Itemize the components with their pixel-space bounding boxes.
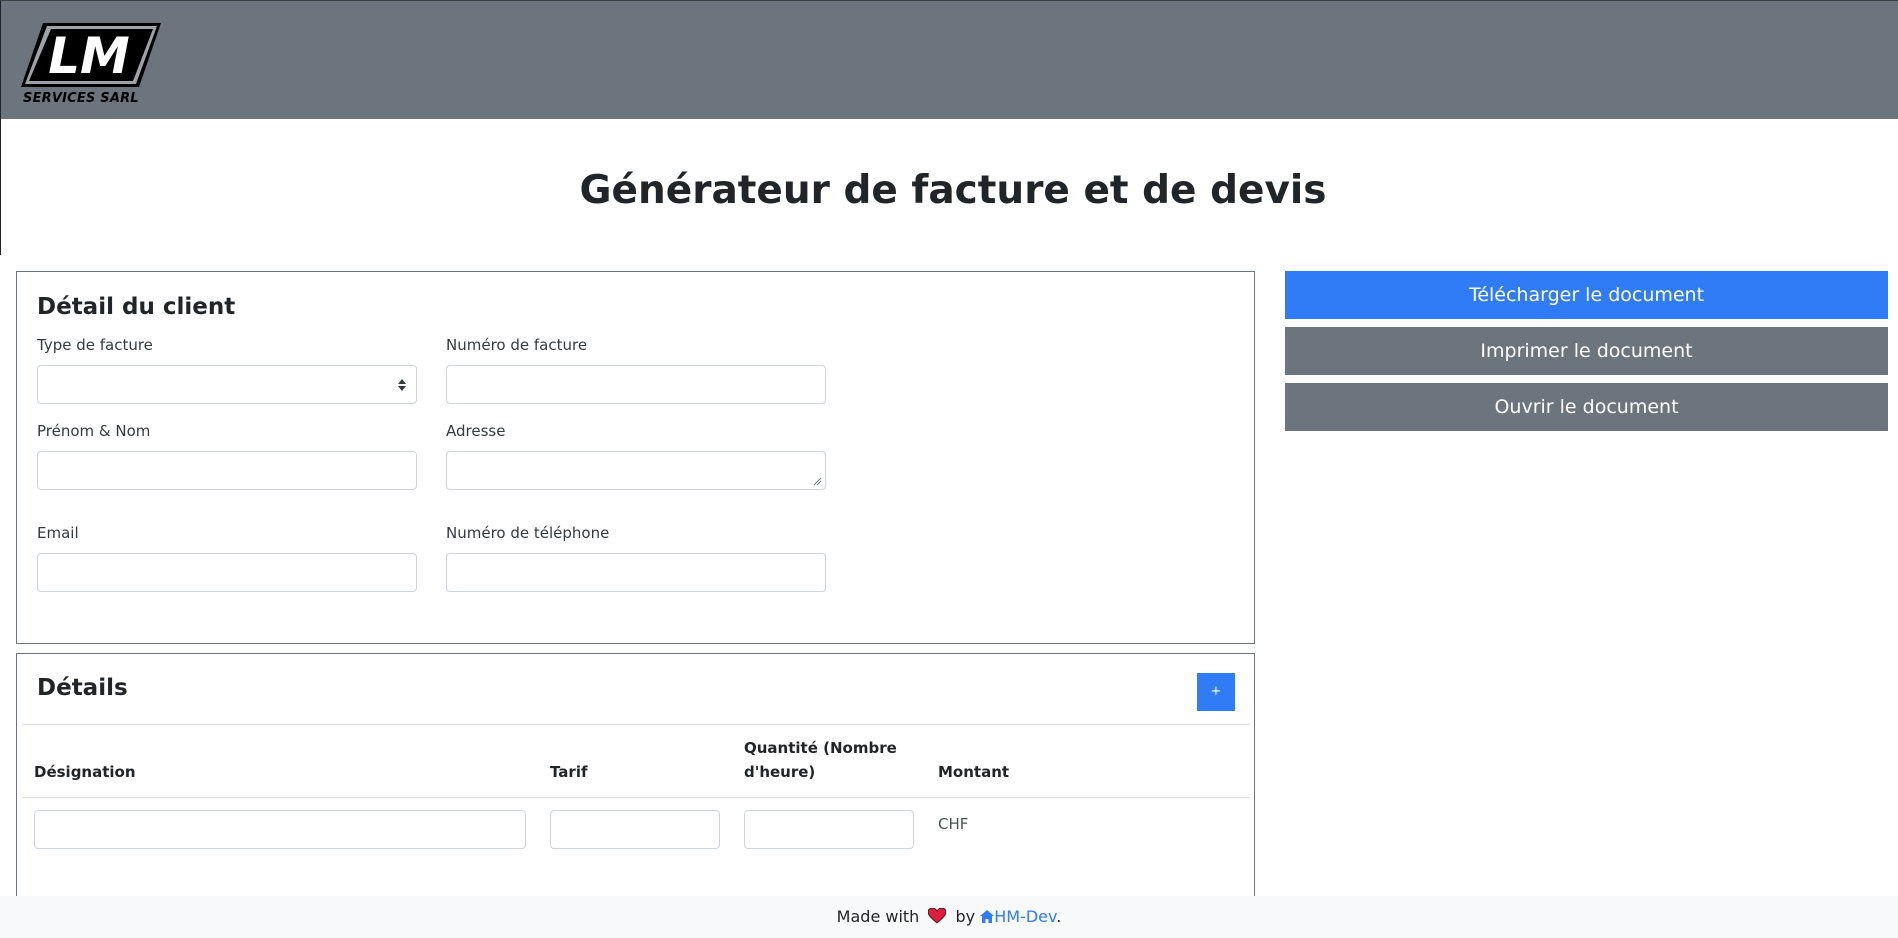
address-textarea[interactable] <box>446 451 826 490</box>
column-header-designation: Désignation <box>34 763 136 781</box>
add-line-button[interactable]: + <box>1197 673 1235 711</box>
page-title: Générateur de facture et de devis <box>579 168 1327 213</box>
invoice-number-label: Numéro de facture <box>446 336 588 354</box>
home-icon <box>980 910 995 923</box>
phone-input[interactable] <box>446 553 826 592</box>
footer-period: . <box>1056 907 1062 926</box>
full-name-input[interactable] <box>37 451 417 490</box>
resize-grip-icon[interactable] <box>813 477 822 486</box>
client-card-title: Détail du client <box>37 294 236 320</box>
author-link[interactable]: HM-Dev <box>980 907 1056 926</box>
email-input[interactable] <box>37 553 417 592</box>
designation-input[interactable] <box>34 810 526 849</box>
footer-made-with: Made with <box>836 907 920 926</box>
invoice-type-label: Type de facture <box>37 336 153 354</box>
download-document-button[interactable]: Télécharger le document <box>1285 271 1888 319</box>
logo-letters: LM <box>48 27 130 85</box>
details-card: Détails + Désignation Tarif Quantité (No… <box>16 653 1255 903</box>
phone-label: Numéro de téléphone <box>446 524 610 542</box>
open-document-button[interactable]: Ouvrir le document <box>1285 383 1888 431</box>
table-header-divider <box>22 797 1250 798</box>
column-header-quantity: Quantité (Nombre d'heure) <box>744 736 897 784</box>
column-header-quantity-line1: Quantité (Nombre <box>744 739 897 757</box>
column-header-amount: Montant <box>938 763 1010 781</box>
invoice-number-input[interactable] <box>446 365 826 404</box>
invoice-type-select[interactable] <box>37 365 417 404</box>
client-details-card: Détail du client Type de facture Numéro … <box>16 271 1255 644</box>
column-header-rate: Tarif <box>550 763 588 781</box>
full-name-label: Prénom & Nom <box>37 422 151 440</box>
amount-value: CHF <box>938 815 969 833</box>
divider <box>22 724 1250 725</box>
details-card-title: Détails <box>37 675 128 701</box>
quantity-input[interactable] <box>744 810 914 849</box>
column-header-quantity-line2: d'heure) <box>744 763 816 781</box>
email-label: Email <box>37 524 79 542</box>
rate-input[interactable] <box>550 810 720 849</box>
logo-subtitle: SERVICES SARL <box>23 91 139 106</box>
company-logo[interactable]: LM SERVICES SARL <box>21 21 166 109</box>
footer: Made with by HM-Dev. <box>0 896 1898 938</box>
top-navbar: LM SERVICES SARL <box>0 0 1898 119</box>
heart-icon <box>928 908 947 924</box>
footer-by: by <box>955 907 976 926</box>
logo-mark: LM <box>21 23 161 87</box>
print-document-button[interactable]: Imprimer le document <box>1285 327 1888 375</box>
select-arrows-icon <box>398 379 406 391</box>
author-name[interactable]: HM-Dev <box>994 907 1056 926</box>
address-label: Adresse <box>446 422 506 440</box>
